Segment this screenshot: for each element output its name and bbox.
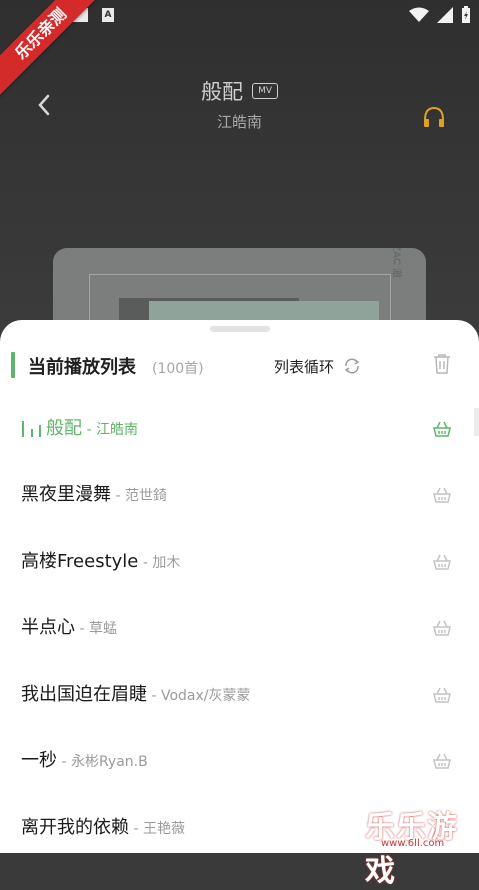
watermark: 乐乐游戏 www.6ll.com — [365, 802, 477, 889]
basket-icon[interactable] — [432, 752, 452, 770]
song-title-cell: 黑夜里漫舞范世錡 — [21, 480, 167, 506]
basket-icon[interactable] — [432, 553, 452, 571]
playlist-item[interactable]: 我出国迫在眉睫Vodax/灰蒙蒙 — [0, 660, 479, 726]
item-title: 黑夜里漫舞 — [21, 484, 111, 505]
basket-icon[interactable] — [432, 420, 452, 438]
song-header: 般配 MV — [0, 76, 479, 106]
item-artist: 永彬Ryan.B — [57, 754, 148, 770]
song-title-cell: 离开我的依赖王艳薇 — [21, 813, 185, 839]
basket-icon[interactable] — [432, 619, 452, 637]
playlist-count: (100首) — [152, 361, 204, 377]
item-title: 离开我的依赖 — [21, 817, 129, 838]
mv-button[interactable]: MV — [252, 83, 278, 99]
album-cover-text: ZAC 澈 — [391, 248, 402, 278]
loop-mode-button[interactable]: 列表循环 — [274, 356, 334, 377]
playlist-item[interactable]: 般配江皓南 — [0, 394, 479, 460]
basket-icon[interactable] — [432, 486, 452, 504]
song-title-cell: 半点心草蜢 — [21, 613, 117, 639]
song-title-cell: 高楼Freestyle加木 — [21, 547, 180, 573]
status-icons — [409, 6, 471, 24]
item-artist: 加木 — [138, 555, 180, 571]
playlist-header: 当前播放列表 (100首) 列表循环 — [0, 350, 479, 384]
item-artist: Vodax/灰蒙蒙 — [147, 688, 250, 704]
song-artist[interactable]: 江皓南 — [0, 111, 479, 132]
item-title: 一秒 — [21, 750, 57, 771]
item-title: 半点心 — [21, 617, 75, 638]
song-title-cell: 般配江皓南 — [46, 414, 138, 440]
trash-icon[interactable] — [432, 353, 452, 375]
song-title-cell: 一秒永彬Ryan.B — [21, 746, 148, 772]
wifi-icon — [409, 7, 429, 22]
playlist-title: 当前播放列表 — [28, 357, 136, 378]
item-artist: 江皓南 — [82, 422, 138, 438]
app-notification-icon: A — [102, 8, 114, 22]
song-title: 般配 — [200, 80, 243, 104]
accent-bar — [11, 352, 15, 378]
playlist-item[interactable]: 半点心草蜢 — [0, 593, 479, 659]
basket-icon[interactable] — [432, 686, 452, 704]
watermark-url: www.6ll.com — [381, 838, 445, 849]
sheet-drag-handle[interactable] — [210, 326, 270, 332]
playlist-item[interactable]: 高楼Freestyle加木 — [0, 527, 479, 593]
now-playing-icon — [22, 421, 41, 437]
item-title: 我出国迫在眉睫 — [21, 684, 147, 705]
headphone-icon[interactable] — [421, 104, 447, 130]
playlist-item[interactable]: 黑夜里漫舞范世錡 — [0, 460, 479, 526]
item-title: 高楼Freestyle — [21, 551, 139, 572]
signal-icon — [437, 7, 453, 23]
loop-icon[interactable] — [343, 357, 361, 375]
song-title-cell: 我出国迫在眉睫Vodax/灰蒙蒙 — [21, 680, 250, 706]
battery-icon — [462, 6, 470, 23]
playlist-item[interactable]: 一秒永彬Ryan.B — [0, 726, 479, 792]
item-title: 般配 — [46, 418, 82, 439]
item-artist: 草蜢 — [75, 621, 117, 637]
item-artist: 范世錡 — [111, 488, 167, 504]
playlist-sheet: 当前播放列表 (100首) 列表循环 般配江皓南 黑夜里漫舞范世錡 — [0, 320, 479, 853]
scrollbar[interactable] — [474, 408, 479, 436]
item-artist: 王艳薇 — [129, 821, 185, 837]
